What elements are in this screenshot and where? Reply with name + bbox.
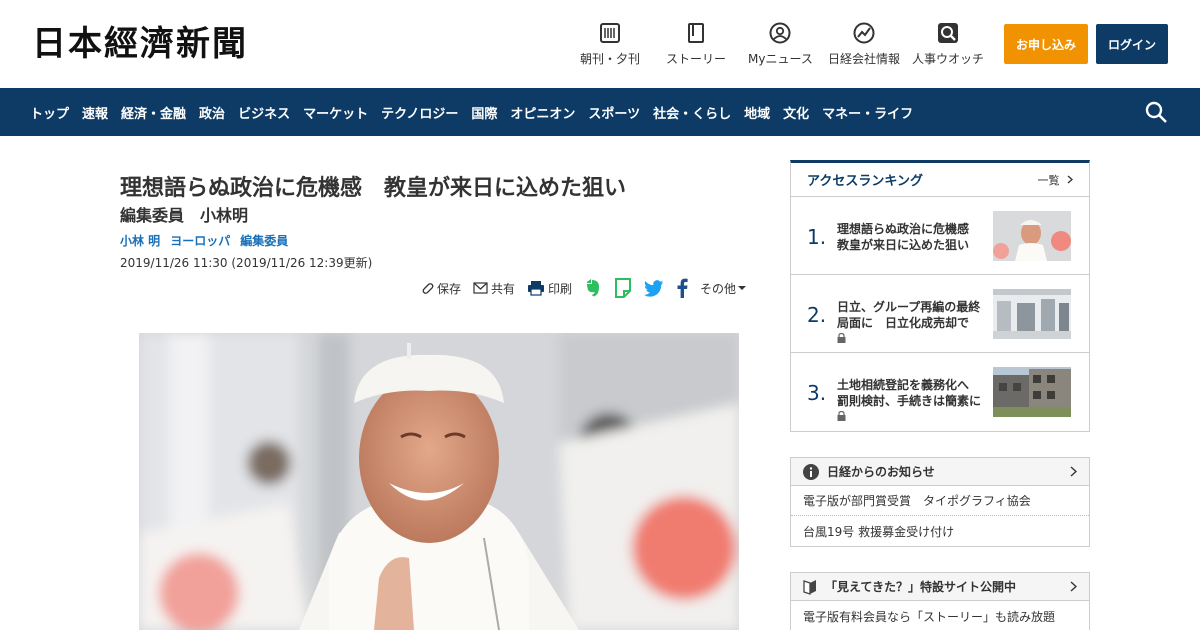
nav-personnel-watch[interactable]: 人事ウオッチ	[912, 22, 984, 67]
lock-icon	[837, 333, 846, 343]
book-icon	[688, 23, 704, 43]
facebook-icon	[677, 278, 688, 298]
special-site-title: 「見えてきた？」特設サイト公開中	[825, 580, 1017, 594]
author-link[interactable]: 小林 明	[120, 232, 160, 249]
evernote-button[interactable]	[584, 278, 602, 298]
facebook-button[interactable]	[676, 278, 688, 298]
more-dropdown[interactable]: その他	[700, 280, 749, 297]
save-label: 保存	[437, 281, 462, 296]
nav-item-market[interactable]: マーケット	[303, 103, 368, 122]
site-logo[interactable]: 日本經濟新聞	[32, 24, 248, 64]
nav-label: 日経会社情報	[828, 52, 901, 66]
rank-headline-text: 日立、グループ再編の最終局面に 日立化成売却で	[837, 300, 981, 330]
chevron-right-icon	[1070, 466, 1077, 477]
mail-icon	[473, 282, 488, 294]
ranking-more-link[interactable]: 一覧	[1038, 172, 1074, 188]
login-button[interactable]: ログイン	[1096, 24, 1168, 64]
role-link[interactable]: 編集委員	[240, 232, 288, 249]
ranking-item[interactable]: 3. 土地相続登記を義務化へ 罰則検討、手続きは簡素に	[791, 353, 1089, 431]
special-site-box: 「見えてきた？」特設サイト公開中 電子版有料会員なら「ストーリー」も読み放題	[790, 572, 1090, 630]
nav-item-money-life[interactable]: マネー・ライフ	[822, 103, 913, 122]
ranking-header: アクセスランキング 一覧	[791, 163, 1089, 197]
chart-icon	[853, 22, 875, 44]
author-tags: 小林 明 ヨーロッパ 編集委員	[120, 232, 288, 249]
nav-my-news[interactable]: Myニュース	[748, 22, 813, 67]
rank-headline: 日立、グループ再編の最終局面に 日立化成売却で	[837, 299, 985, 347]
special-site-item[interactable]: 電子版有料会員なら「ストーリー」も読み放題	[791, 601, 1089, 630]
notice-title: 日経からのお知らせ	[827, 465, 935, 479]
topic-link[interactable]: ヨーロッパ	[170, 232, 230, 249]
print-label: 印刷	[548, 281, 573, 296]
site-header: 日本經濟新聞 朝刊・夕刊 ストーリー Myニュース 日経会社情報 人事ウオッチ …	[0, 0, 1200, 88]
special-site-header[interactable]: 「見えてきた？」特設サイト公開中	[791, 573, 1089, 601]
search-icon[interactable]	[1144, 100, 1168, 124]
nav-morning-evening[interactable]: 朝刊・夕刊	[580, 22, 640, 67]
nav-item-business[interactable]: ビジネス	[238, 103, 290, 122]
search-person-icon	[938, 23, 958, 43]
paperclip-icon	[422, 283, 434, 294]
rank-headline: 土地相続登記を義務化へ 罰則検討、手続きは簡素に	[837, 377, 985, 425]
notice-item[interactable]: 台風19号 救援募金受け付け	[791, 516, 1089, 546]
user-icon	[769, 22, 791, 44]
newspaper-icon	[600, 23, 620, 43]
nav-item-economy[interactable]: 経済・金融	[121, 103, 186, 122]
evernote-icon	[587, 279, 600, 297]
subscribe-button[interactable]: お申し込み	[1004, 24, 1088, 64]
twitter-button[interactable]	[644, 279, 664, 297]
share-toolbar: 保存 共有 印刷 その他	[420, 278, 761, 298]
article-headline: 理想語らぬ政治に危機感 教皇が来日に込めた狙い	[120, 176, 627, 201]
nav-company-info[interactable]: 日経会社情報	[828, 22, 900, 67]
article-photo	[139, 333, 739, 630]
print-button[interactable]: 印刷	[527, 280, 572, 297]
nav-item-breaking[interactable]: 速報	[82, 103, 108, 122]
access-ranking: アクセスランキング 一覧 1. 理想語らぬ政治に危機感 教皇が来日に込めた狙い …	[790, 160, 1090, 432]
rank-number: 3.	[807, 381, 827, 405]
nav-item-politics[interactable]: 政治	[199, 103, 225, 122]
rank-number: 2.	[807, 303, 827, 327]
nav-label: Myニュース	[748, 52, 813, 66]
nav-label: 朝刊・夕刊	[580, 52, 641, 66]
nav-item-top[interactable]: トップ	[30, 103, 69, 122]
nav-label: ストーリー	[666, 52, 727, 66]
share-label: 共有	[491, 281, 516, 296]
main-nav: トップ 速報 経済・金融 政治 ビジネス マーケット テクノロジー 国際 オピニ…	[0, 88, 1200, 136]
note-icon	[615, 278, 632, 298]
lock-icon	[837, 411, 846, 421]
share-button[interactable]: 共有	[473, 280, 515, 297]
printer-icon	[528, 281, 545, 296]
nav-item-region[interactable]: 地域	[744, 103, 770, 122]
ranking-title: アクセスランキング	[807, 174, 923, 189]
nav-story[interactable]: ストーリー	[666, 22, 726, 67]
nav-item-society[interactable]: 社会・くらし	[653, 103, 731, 122]
info-icon	[803, 463, 819, 480]
rank-headline: 理想語らぬ政治に危機感 教皇が来日に込めた狙い	[837, 222, 982, 252]
nav-item-technology[interactable]: テクノロジー	[381, 103, 458, 122]
nav-item-sports[interactable]: スポーツ	[588, 103, 640, 122]
save-button[interactable]: 保存	[420, 280, 461, 297]
more-label: その他	[700, 281, 737, 296]
publish-date: 2019/11/26 11:30 (2019/11/26 12:39更新)	[120, 256, 373, 270]
ranking-more-label: 一覧	[1037, 173, 1060, 187]
nav-item-international[interactable]: 国際	[471, 103, 497, 122]
twitter-icon	[644, 279, 664, 297]
chevron-right-icon	[1067, 175, 1073, 183]
ranking-item[interactable]: 2. 日立、グループ再編の最終局面に 日立化成売却で	[791, 275, 1089, 353]
ranking-item[interactable]: 1. 理想語らぬ政治に危機感 教皇が来日に込めた狙い	[791, 197, 1089, 275]
nav-item-opinion[interactable]: オピニオン	[510, 103, 575, 122]
notice-header[interactable]: 日経からのお知らせ	[791, 458, 1089, 486]
caret-down-icon	[738, 286, 747, 290]
chevron-right-icon	[1070, 581, 1077, 592]
notice-item[interactable]: 電子版が部門賞受賞 タイポグラフィ協会	[791, 486, 1089, 516]
article-subhead: 編集委員 小林明	[120, 206, 249, 225]
rank-headline-text: 土地相続登記を義務化へ 罰則検討、手続きは簡素に	[837, 378, 982, 408]
rank-thumbnail	[993, 289, 1071, 339]
nav-label: 人事ウオッチ	[912, 52, 985, 66]
nikkei-notice-box: 日経からのお知らせ 電子版が部門賞受賞 タイポグラフィ協会 台風19号 救援募金…	[790, 457, 1090, 547]
rank-thumbnail	[993, 367, 1071, 417]
rank-number: 1.	[807, 225, 827, 249]
book-open-icon	[803, 579, 816, 595]
nav-item-culture[interactable]: 文化	[783, 103, 809, 122]
rank-thumbnail	[993, 211, 1071, 261]
bookmark-button[interactable]	[614, 278, 632, 298]
